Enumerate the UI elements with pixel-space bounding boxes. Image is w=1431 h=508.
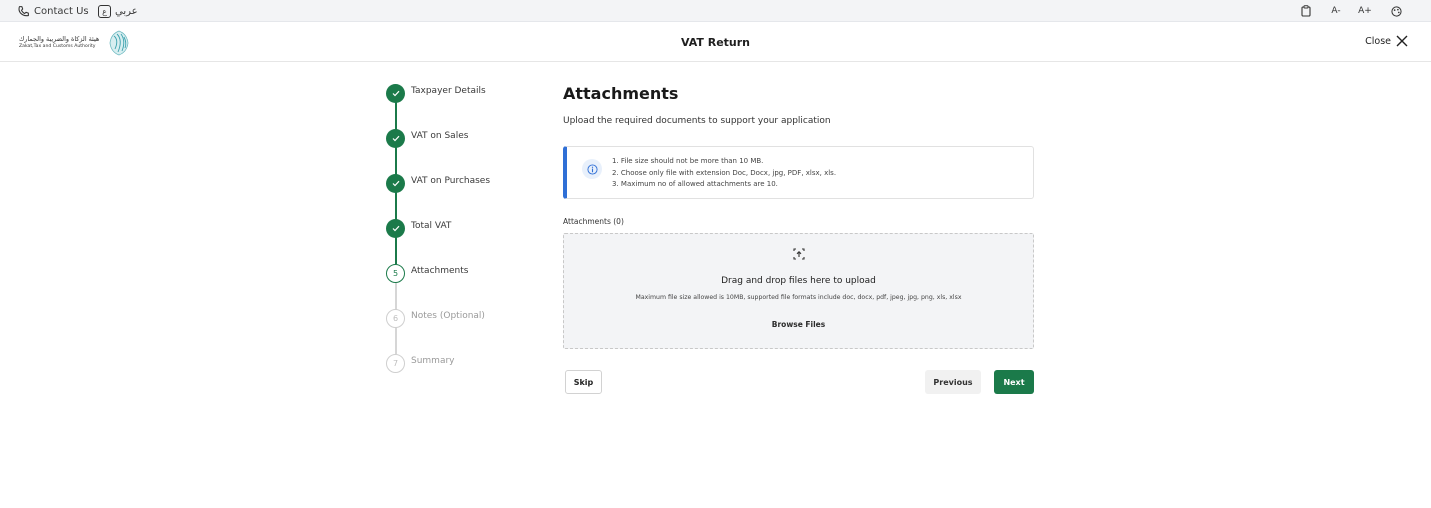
close-label: Close: [1365, 35, 1391, 47]
font-decrease-icon[interactable]: A-: [1329, 4, 1343, 18]
dropzone-description: Maximum file size allowed is 10MB, suppo…: [635, 294, 962, 301]
info-icon: [582, 159, 602, 179]
check-icon: [386, 173, 405, 193]
step-number: 6: [386, 308, 405, 328]
step-total-vat[interactable]: Total VAT: [386, 218, 451, 238]
info-item: 2. Choose only file with extension Doc, …: [612, 168, 837, 177]
step-vat-on-purchases[interactable]: VAT on Purchases: [386, 173, 490, 193]
section-heading: Attachments: [563, 84, 679, 103]
file-dropzone[interactable]: Drag and drop files here to upload Maxim…: [563, 233, 1034, 349]
dropzone-title: Drag and drop files here to upload: [721, 276, 876, 286]
step-label: Notes (Optional): [411, 311, 485, 321]
page-title: VAT Return: [680, 36, 751, 49]
skip-button[interactable]: Skip: [565, 370, 602, 394]
step-vat-on-sales[interactable]: VAT on Sales: [386, 128, 468, 148]
upload-icon: [793, 248, 805, 260]
step-label: Attachments: [411, 266, 469, 276]
contact-us-label: Contact Us: [34, 5, 89, 17]
step-label: Summary: [411, 356, 455, 366]
language-label: عربي: [115, 5, 138, 17]
section-subheading: Upload the required documents to support…: [563, 116, 831, 126]
next-button[interactable]: Next: [994, 370, 1034, 394]
close-button[interactable]: Close: [1365, 35, 1408, 47]
step-taxpayer-details[interactable]: Taxpayer Details: [386, 83, 486, 103]
clipboard-icon[interactable]: [1299, 4, 1313, 18]
info-item: 1. File size should not be more than 10 …: [612, 157, 764, 165]
utility-bar: Contact Us ع عربي A- A+: [0, 0, 1431, 22]
phone-icon: [18, 5, 29, 16]
info-alert: 1. File size should not be more than 10 …: [563, 146, 1034, 199]
language-switch[interactable]: ع عربي: [98, 0, 138, 22]
attachments-count-label: Attachments (0): [563, 217, 624, 226]
palette-icon[interactable]: [1389, 4, 1403, 18]
check-icon: [386, 83, 405, 103]
close-icon: [1396, 35, 1408, 47]
step-summary[interactable]: 7 Summary: [386, 353, 455, 373]
progress-stepper: Taxpayer Details VAT on Sales VAT on Pur…: [386, 83, 526, 383]
step-label: Total VAT: [411, 221, 452, 231]
info-item: 3. Maximum no of allowed attachments are…: [612, 180, 778, 188]
app-header: هيئة الزكاة والضريبة والجمارك Zakat,Tax …: [0, 23, 1431, 62]
info-list: 1. File size should not be more than 10 …: [612, 156, 836, 191]
contact-us-link[interactable]: Contact Us: [17, 0, 89, 22]
check-icon: [386, 128, 405, 148]
previous-button[interactable]: Previous: [925, 370, 981, 394]
step-notes[interactable]: 6 Notes (Optional): [386, 308, 485, 328]
check-icon: [386, 218, 405, 238]
step-label: Taxpayer Details: [411, 86, 486, 96]
language-icon: ع: [98, 4, 111, 18]
step-number: 5: [386, 263, 405, 283]
step-number: 7: [386, 353, 405, 373]
attachments-section: Attachments Upload the required document…: [563, 84, 1034, 126]
browse-files-button[interactable]: Browse Files: [564, 320, 1033, 329]
step-label: VAT on Sales: [411, 131, 469, 141]
step-label: VAT on Purchases: [411, 176, 491, 186]
font-increase-icon[interactable]: A+: [1358, 4, 1372, 18]
step-attachments[interactable]: 5 Attachments: [386, 263, 468, 283]
